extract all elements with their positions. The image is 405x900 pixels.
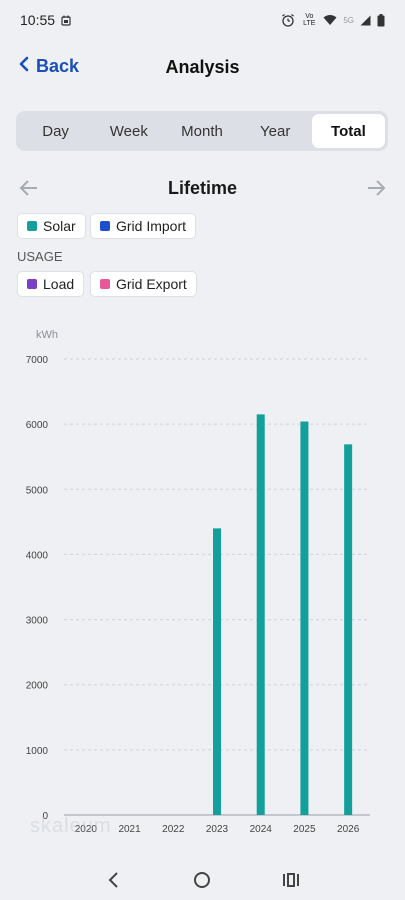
solar-swatch — [27, 221, 37, 231]
tab-total[interactable]: Total — [311, 114, 386, 148]
x-tick-label: 2024 — [250, 824, 273, 835]
legend-label: Load — [43, 276, 75, 292]
chart-svg: kWh010002000300040005000600070002020 2021… — [26, 329, 370, 835]
tab-year[interactable]: Year — [239, 114, 312, 148]
status-bar: 10:55 Vo LTE 5G — [0, 0, 405, 40]
arrow-right-icon — [368, 180, 386, 196]
bar-2026 — [344, 444, 353, 815]
load-swatch — [27, 279, 37, 289]
bar-2025 — [300, 421, 309, 815]
y-tick-label: 7000 — [26, 355, 49, 366]
usage-section-label: USAGE — [17, 249, 63, 264]
period-tabs: Day Week Month Year Total — [16, 111, 388, 151]
page-title: Analysis — [165, 57, 240, 77]
tab-month[interactable]: Month — [165, 114, 238, 148]
app-header: Back Analysis — [0, 48, 405, 90]
system-nav-bar — [0, 860, 405, 900]
x-tick-label: 2022 — [162, 824, 185, 835]
legend-chip-grid-import[interactable]: Grid Import — [90, 213, 197, 239]
grid-export-swatch — [100, 279, 110, 289]
period-label: Lifetime — [167, 178, 237, 198]
y-tick-label: 1000 — [26, 746, 49, 757]
legend-label: Grid Export — [116, 276, 187, 292]
tab-week[interactable]: Week — [92, 114, 165, 148]
legend-chip-load[interactable]: Load — [17, 271, 85, 297]
nav-home-icon — [194, 872, 211, 888]
status-left: 10:55 — [20, 12, 71, 28]
status-time: 10:55 — [20, 12, 56, 28]
nav-home-button[interactable] — [190, 868, 214, 892]
x-tick-label: 2026 — [337, 824, 360, 835]
network-type-indicator: 5G — [343, 15, 354, 25]
y-tick-label: 2000 — [26, 681, 49, 692]
signal-icon — [360, 15, 371, 26]
x-tick-label: 2025 — [293, 824, 316, 835]
legend-chip-grid-export[interactable]: Grid Export — [90, 271, 197, 297]
y-tick-label: 4000 — [26, 550, 49, 561]
x-tick-label: 2023 — [206, 824, 229, 835]
bar-2024 — [256, 414, 265, 815]
y-tick-label: 5000 — [26, 485, 49, 496]
volte-indicator: Vo LTE — [303, 13, 316, 27]
watermark: skaleum — [30, 815, 112, 837]
y-tick-label: 3000 — [26, 616, 49, 627]
legend-label: Grid Import — [116, 218, 187, 234]
grid-import-swatch — [100, 221, 110, 231]
nav-recents-icon — [282, 873, 299, 887]
bar-2023 — [213, 528, 221, 815]
tab-day[interactable]: Day — [19, 114, 92, 148]
next-period-button[interactable] — [365, 178, 387, 198]
x-tick-label: 2021 — [118, 824, 141, 835]
y-tick-label: 6000 — [26, 420, 49, 431]
status-right: Vo LTE 5G — [281, 13, 385, 27]
legend-chip-solar[interactable]: Solar — [17, 213, 86, 239]
nav-recents-button[interactable] — [279, 868, 303, 892]
battery-icon — [377, 13, 385, 27]
wifi-icon — [323, 14, 337, 26]
energy-bar-chart: kWh 0 1000 2000 3000 4000 5000 6000 7000 2020 2021… — [0, 320, 405, 840]
y-axis-unit-label: kWh — [36, 329, 58, 341]
nav-back-button[interactable] — [102, 868, 126, 892]
calendar-notification-icon — [61, 15, 71, 26]
period-navigator: Lifetime — [0, 172, 405, 204]
nav-back-icon — [108, 872, 118, 888]
alarm-icon — [281, 13, 295, 27]
legend-label: Solar — [43, 218, 76, 234]
